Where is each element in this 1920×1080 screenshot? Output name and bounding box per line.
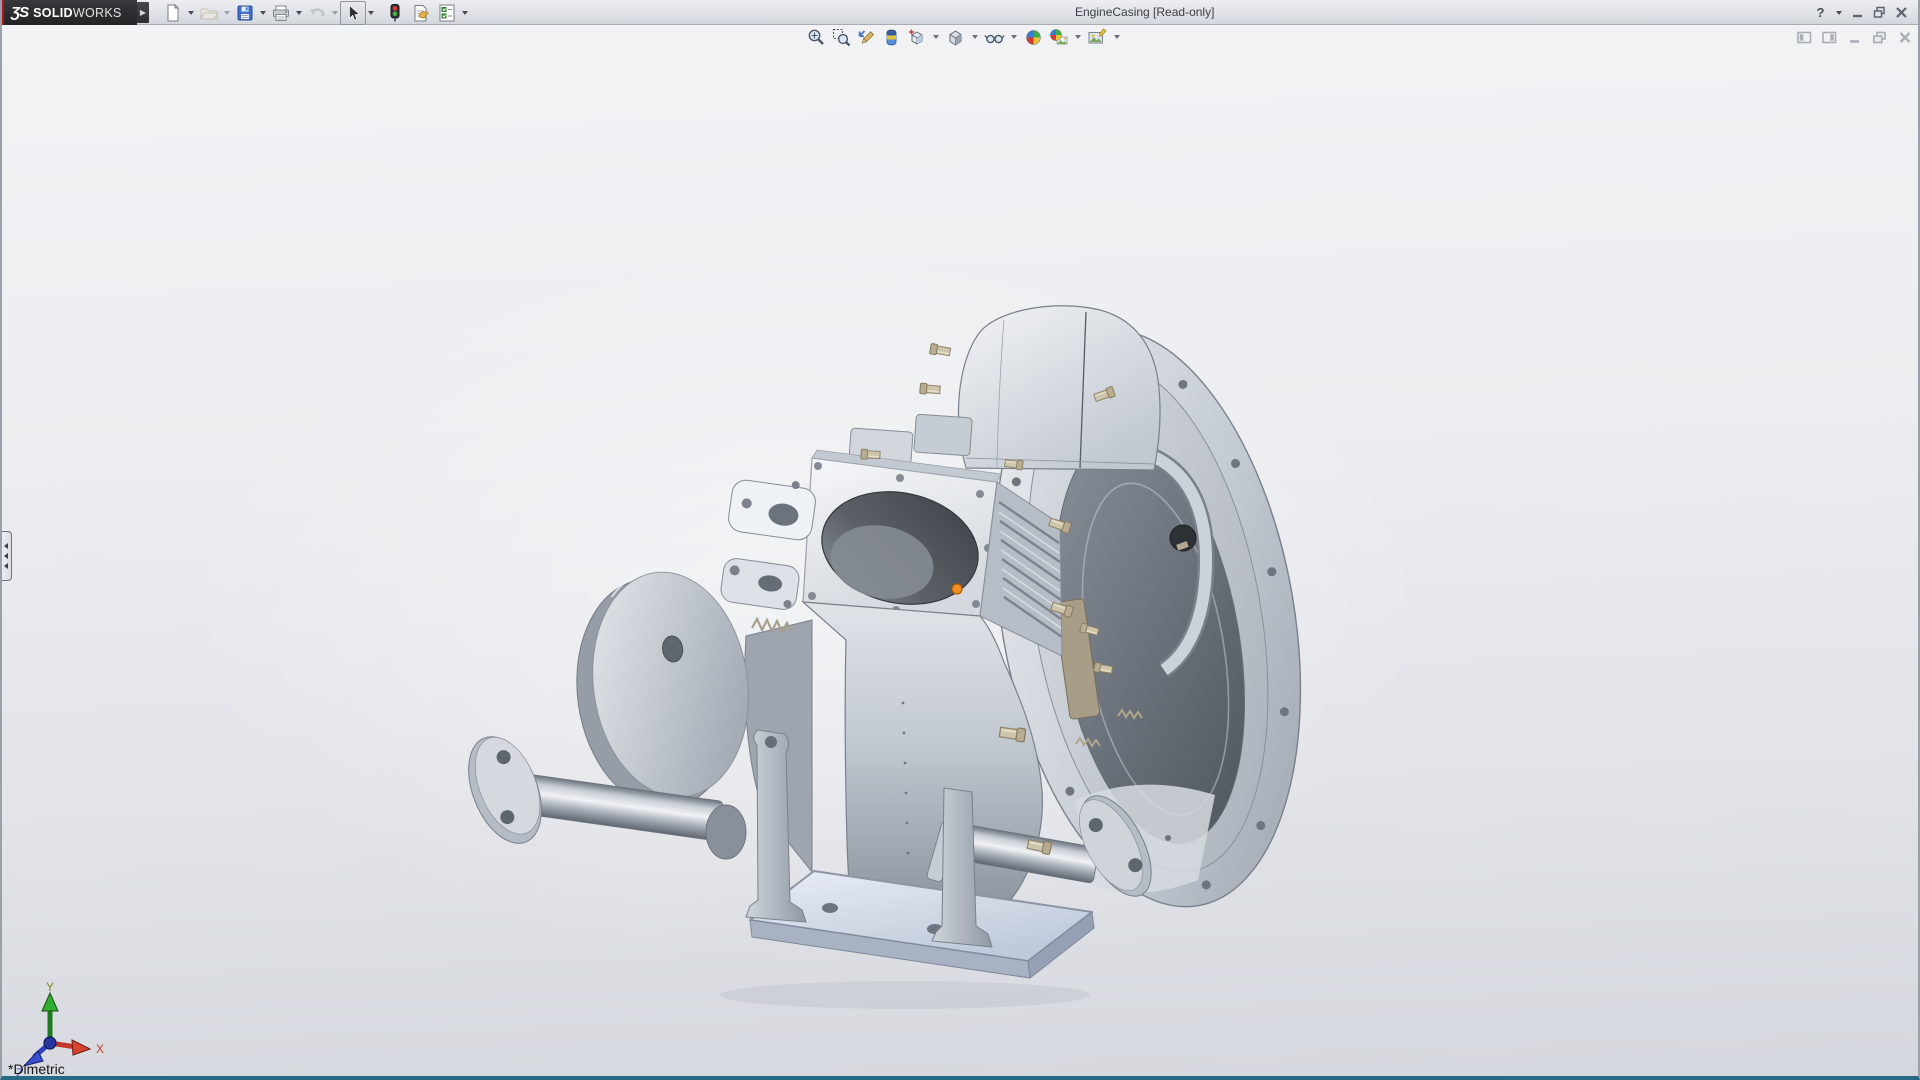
restore-icon: [1872, 5, 1887, 20]
hide-show-items-button[interactable]: [983, 27, 1005, 47]
doc-minimize-button[interactable]: [1845, 29, 1864, 45]
save-dropdown[interactable]: [258, 2, 268, 24]
apply-scene-button[interactable]: [1047, 27, 1069, 47]
pane-right-icon: [1822, 31, 1837, 44]
view-orientation-cube-icon: [907, 28, 926, 47]
view-settings-button[interactable]: [1086, 27, 1108, 47]
feature-panel-collapsed-tab[interactable]: [2, 531, 12, 581]
print-dropdown[interactable]: [294, 2, 304, 24]
view-orientation-button[interactable]: [905, 27, 927, 47]
traffic-light-icon: [385, 3, 405, 23]
zoom-to-fit-icon: [807, 28, 826, 47]
titlebar-controls: ?: [1812, 0, 1910, 25]
collapse-arrow-icon: [4, 553, 8, 559]
select-button[interactable]: [340, 1, 366, 25]
magneto-cover[interactable]: [958, 306, 1160, 470]
open-button[interactable]: [196, 1, 222, 25]
close-icon: [1894, 5, 1909, 20]
zoom-to-area-button[interactable]: [830, 27, 852, 47]
carb-flange-lower[interactable]: [719, 557, 800, 611]
document-window-controls: [1795, 29, 1914, 45]
display-style-dropdown[interactable]: [969, 27, 980, 47]
solidworks-logo: ƷS SOLIDWORKS: [4, 0, 137, 25]
pane-left-button[interactable]: [1795, 29, 1814, 45]
doc-restore-icon: [1872, 31, 1887, 44]
glasses-icon: [984, 28, 1005, 47]
view-orientation-dropdown[interactable]: [930, 27, 941, 47]
select-dropdown[interactable]: [366, 2, 376, 24]
model-3d-view[interactable]: [2, 25, 1918, 1076]
previous-view-button[interactable]: [855, 27, 877, 47]
hide-show-items-dropdown[interactable]: [1008, 27, 1019, 47]
close-icon-button[interactable]: [1893, 4, 1910, 21]
zoom-to-fit-button[interactable]: [805, 27, 827, 47]
view-settings-icon: [1087, 28, 1107, 47]
save-button[interactable]: [232, 1, 258, 25]
open-dropdown[interactable]: [222, 2, 232, 24]
collapse-arrow-icon: [4, 563, 8, 569]
options-dropdown[interactable]: [460, 2, 470, 24]
selection-marker-dot[interactable]: [952, 584, 962, 594]
section-view-button[interactable]: [880, 27, 902, 47]
doc-close-button[interactable]: [1895, 29, 1914, 45]
display-style-cube-icon: [946, 28, 965, 47]
file-properties-icon: [411, 3, 431, 23]
pane-right-button[interactable]: [1820, 29, 1839, 45]
doc-close-icon: [1898, 31, 1912, 44]
rebuild-button[interactable]: [382, 1, 408, 25]
headsup-view-toolbar: [805, 27, 1122, 47]
apply-scene-dropdown[interactable]: [1072, 27, 1083, 47]
edit-appearance-button[interactable]: [1022, 27, 1044, 47]
ground-shadow: [720, 981, 1090, 1009]
new-document-dropdown[interactable]: [186, 2, 196, 24]
logo-text-bold: SOLID: [33, 6, 73, 20]
triad-x-label: X: [96, 1042, 104, 1056]
minimize-icon: [1850, 5, 1865, 20]
section-view-icon: [882, 28, 901, 47]
open-folder-icon: [199, 3, 219, 23]
solidworks-window: ƷS SOLIDWORKS ▶: [0, 0, 1920, 1080]
carb-flange-upper[interactable]: [727, 472, 818, 541]
printer-icon: [271, 3, 291, 23]
options-checklist-icon: [437, 3, 457, 23]
menu-flyout-button[interactable]: ▶: [137, 2, 149, 23]
doc-restore-button[interactable]: [1870, 29, 1889, 45]
collapse-arrow-icon: [4, 543, 8, 549]
zoom-to-area-icon: [832, 28, 851, 47]
new-document-icon: [163, 3, 183, 23]
document-title: EngineCasing [Read-only]: [1075, 5, 1214, 19]
doc-minimize-icon: [1848, 31, 1862, 44]
save-floppy-icon: [235, 3, 255, 23]
minimize-button[interactable]: [1849, 4, 1866, 21]
title-bar: ƷS SOLIDWORKS ▶: [0, 0, 1920, 25]
pane-left-icon: [1797, 31, 1812, 44]
print-button[interactable]: [268, 1, 294, 25]
triad-y-label: Y: [46, 981, 54, 994]
help-button[interactable]: ?: [1812, 4, 1829, 21]
help-dropdown[interactable]: [1834, 2, 1844, 24]
options-button[interactable]: [434, 1, 460, 25]
file-properties-button[interactable]: [408, 1, 434, 25]
base-plate[interactable]: [750, 871, 1094, 978]
logo-text-light: WORKS: [73, 6, 122, 20]
undo-arrow-icon: [307, 3, 327, 23]
display-style-button[interactable]: [944, 27, 966, 47]
new-document-button[interactable]: [160, 1, 186, 25]
undo-dropdown[interactable]: [330, 2, 340, 24]
previous-view-icon: [857, 28, 876, 47]
appearance-ball-icon: [1024, 28, 1043, 47]
graphics-viewport[interactable]: Y X Z *Dimetric: [2, 25, 1918, 1076]
restore-button[interactable]: [1871, 4, 1888, 21]
view-orientation-label: *Dimetric: [8, 1061, 65, 1076]
standard-toolbar: [160, 1, 470, 24]
undo-button[interactable]: [304, 1, 330, 25]
solidworks-logo-icon: ƷS: [11, 4, 28, 21]
view-settings-dropdown[interactable]: [1111, 27, 1122, 47]
apply-scene-icon: [1049, 28, 1068, 47]
select-cursor-icon: [343, 3, 363, 23]
